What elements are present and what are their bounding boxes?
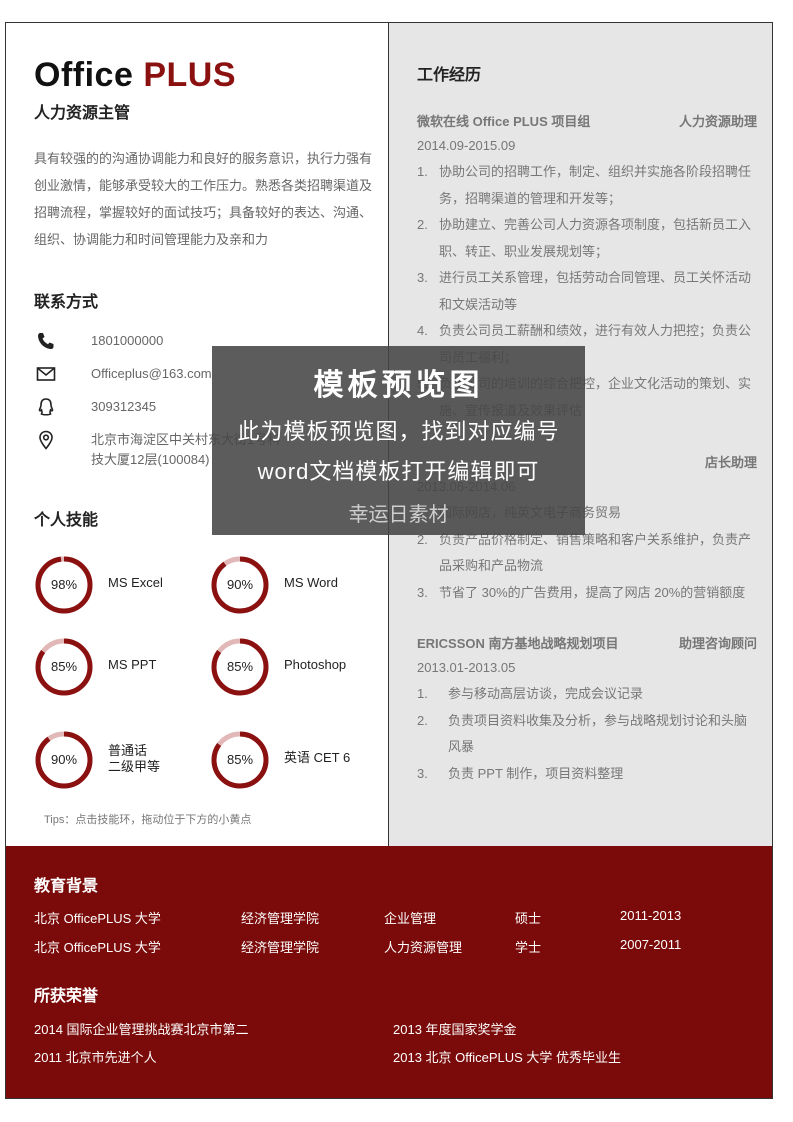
skill-percent: 90% [226,577,254,592]
job-3-org: ERICSSON 南方基地战略规划项目 [417,636,619,651]
skills-section-title: 个人技能 [34,512,99,529]
profile-summary: 具有较强的的沟通协调能力和良好的服务意识，执行力强有创业激情，能够承受较大的工作… [34,151,373,247]
edu-school: 北京 OfficePLUS 大学 [34,940,161,955]
skill-item[interactable]: 85% 英语 CET 6 [210,730,385,790]
skill-item[interactable]: 85% MS PPT [34,637,209,697]
list-item: 2. 负责项目资料收集及分析，参与战略规划讨论和头脑风暴 [417,712,748,755]
skill-name: 英语 CET 6 [284,750,351,765]
list-item: 1. 协助公司的招聘工作，制定、组织并实施各阶段招聘任务，招聘渠道的管理和开发等； [417,164,752,206]
brand-part1: Office [34,56,134,94]
edu-school: 北京 OfficePLUS 大学 [34,911,161,926]
job-title: 人力资源主管 [34,105,131,122]
skill-item[interactable]: 98% MS Excel [34,555,209,615]
skill-name: MS Excel [108,575,163,590]
phone-icon [38,333,54,349]
job-1-position: 人力资源助理 [678,114,757,129]
honor-item: 2013 北京 OfficePLUS 大学 优秀毕业生 [393,1050,622,1065]
skill-name: Photoshop [284,657,347,672]
experience-section-title: 工作经历 [417,67,482,84]
watermark-line-3: word文档模板打开编辑即可 [257,459,540,484]
job-2-position: 店长助理 [704,455,757,470]
skill-percent: 85% [226,659,254,674]
location-icon [39,430,53,450]
honor-item: 2011 北京市先进个人 [34,1050,157,1065]
skill-item[interactable]: 90% MS Word [210,555,385,615]
watermark-line-2: 此为模板预览图，找到对应编号 [237,419,560,444]
contact-section-title: 联系方式 [34,294,99,311]
job-3-position: 助理咨询顾问 [678,636,757,651]
skill-item[interactable]: 85% Photoshop [210,637,385,697]
brand-part2: PLUS [143,56,236,94]
footer-band: 教育背景 北京 OfficePLUS 大学 经济管理学院 企业管理 硕士 201… [6,846,772,1098]
edu-period: 2011-2013 [620,908,682,923]
list-item: 3. 节省了 30%的广告费用，提高了网店 20%的营销额度 [417,584,746,600]
skills-tips: Tips：点击技能环，拖动位于下方的小黄点 [44,814,252,826]
list-item: 3. 进行员工关系管理，包括劳动合同管理、员工关怀活动和文娱活动等 [417,270,752,312]
job-3-header: ERICSSON 南方基地战略规划项目 助理咨询顾问 [417,633,757,655]
duty-text: 协助公司的招聘工作，制定、组织并实施各阶段招聘任务，招聘渠道的管理和开发等； [439,164,752,206]
duty-text: 节省了 30%的广告费用，提高了网店 20%的营销额度 [439,584,746,600]
edu-college: 经济管理学院 [241,940,320,955]
edu-degree: 硕士 [515,911,542,926]
list-item: 2. 协助建立、完善公司人力资源各项制度，包括新员工入职、转正、职业发展规划等； [417,217,752,259]
duty-text: 进行员工关系管理，包括劳动合同管理、员工关怀活动和文娱活动等 [439,270,752,312]
skill-item[interactable]: 90% 普通话 二级甲等 [34,730,209,790]
job-3-date: 2013.01-2013.05 [417,660,516,675]
job-3: ERICSSON 南方基地战略规划项目 助理咨询顾问 2013.01-2013.… [417,633,757,787]
qq-icon [38,398,54,416]
education-section-title: 教育背景 [34,878,99,895]
honor-item: 2014 国际企业管理挑战赛北京市第二 [34,1022,249,1037]
skill-percent: 85% [50,659,78,674]
edu-period: 2007-2011 [620,937,682,952]
skill-name: 普通话 二级甲等 [108,743,161,774]
skills-grid: 98% MS Excel 90% MS Word 85% MS PPT 85% Photosh… [34,555,379,795]
contact-qq-text: 309312345 [91,399,157,414]
job-3-duties: 1. 参与移动高层访谈，完成会议记录 2. 负责项目资料收集及分析，参与战略规划讨论… [417,681,757,787]
skill-name: MS PPT [108,657,157,672]
honors-section-title: 所获荣誉 [34,988,99,1005]
education-row: 北京 OfficePLUS 大学 经济管理学院 企业管理 硕士 2011-201… [34,908,734,928]
mail-icon [36,367,56,381]
job-1-header: 微软在线 Office PLUS 项目组 人力资源助理 [417,111,757,133]
skill-percent: 90% [50,752,78,767]
preview-watermark: 模板预览图 此为模板预览图，找到对应编号 word文档模板打开编辑即可 幸运日素… [212,346,585,535]
edu-college: 经济管理学院 [241,911,320,926]
edu-major: 企业管理 [384,911,437,926]
job-1-org: 微软在线 Office PLUS 项目组 [417,114,591,129]
edu-major: 人力资源管理 [384,940,463,955]
honor-item: 2013 年度国家奖学金 [393,1022,517,1037]
resume-sheet: Office PLUS 人力资源主管 具有较强的的沟通协调能力和良好的服务意识，… [5,22,773,1099]
watermark-title: 模板预览图 [313,368,484,403]
duty-text: 参与移动高层访谈，完成会议记录 [448,686,644,701]
skill-percent: 98% [50,577,78,592]
edu-degree: 学士 [515,940,542,955]
skill-percent: 85% [226,752,254,767]
skill-name: MS Word [284,575,338,590]
duty-text: 负责 PPT 制作，项目资料整理 [448,765,624,781]
brand-title: Office PLUS [34,56,236,95]
watermark-source: 幸运日素材 [348,504,449,526]
list-item: 3. 负责 PPT 制作，项目资料整理 [417,765,624,781]
education-row: 北京 OfficePLUS 大学 经济管理学院 人力资源管理 学士 2007-2… [34,937,734,957]
job-1-date: 2014.09-2015.09 [417,138,516,153]
contact-email-text: Officeplus@163.com [91,366,212,381]
duty-text: 负责项目资料收集及分析，参与战略规划讨论和头脑风暴 [448,712,748,755]
duty-text: 协助建立、完善公司人力资源各项制度，包括新员工入职、转正、职业发展规划等； [439,217,752,259]
duty-text: 负责产品价格制定、销售策略和客户关系维护，负责产品采购和产品物流 [439,531,752,574]
list-item: 1. 参与移动高层访谈，完成会议记录 [417,686,644,701]
contact-phone-text: 1801000000 [91,333,164,348]
